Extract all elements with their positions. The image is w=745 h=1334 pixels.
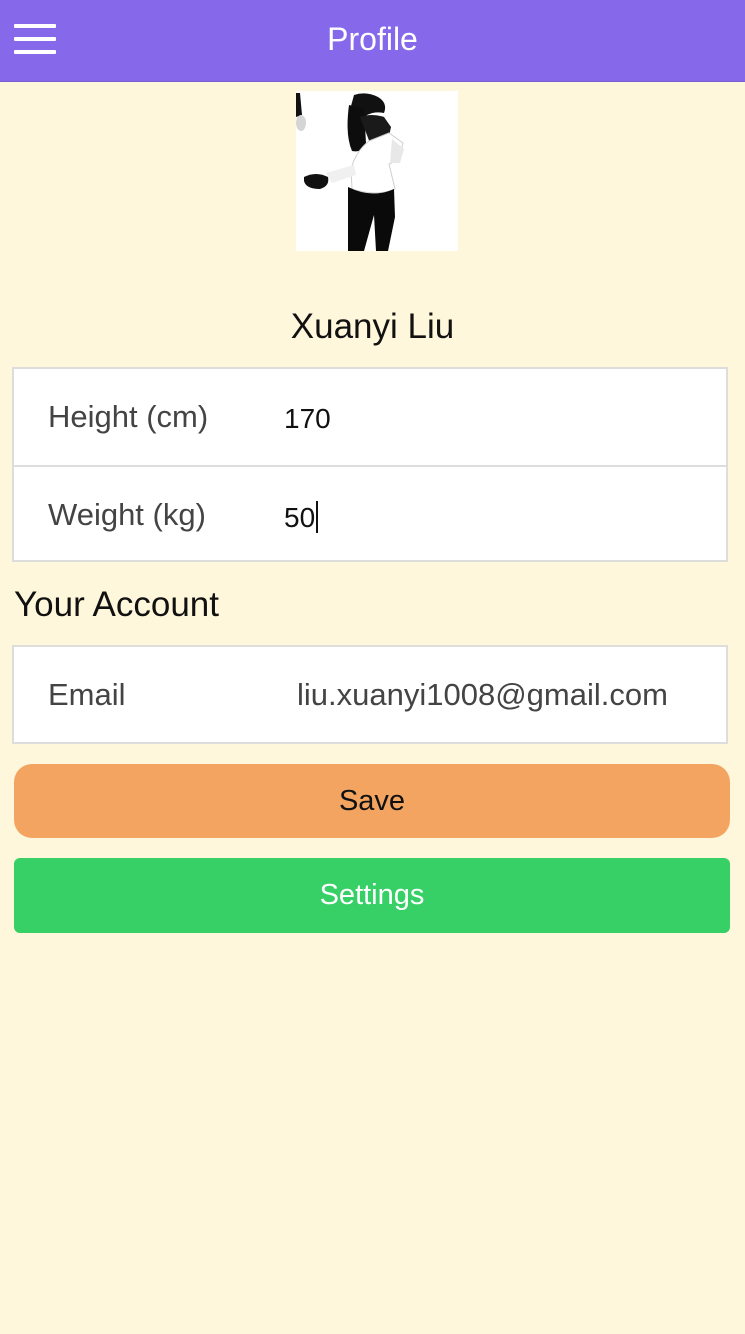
height-input[interactable]: 170: [284, 403, 704, 435]
top-app-bar: Profile: [0, 0, 745, 82]
email-label: Email: [48, 677, 126, 712]
page-title: Profile: [327, 21, 418, 57]
save-button[interactable]: Save: [14, 764, 730, 838]
profile-screen: Profile Xuanyi Liu Height (cm) 170 Weigh…: [0, 0, 745, 1334]
height-label: Height (cm): [48, 399, 209, 434]
email-value[interactable]: liu.xuanyi1008@gmail.com: [297, 677, 668, 713]
settings-button[interactable]: Settings: [14, 858, 730, 933]
weight-input-field[interactable]: 50: [284, 501, 704, 534]
profile-name: Xuanyi Liu: [290, 307, 455, 346]
text-cursor: [316, 501, 319, 533]
email-row: Email liu.xuanyi1008@gmail.com: [14, 647, 726, 743]
weight-row: Weight (kg) 50: [14, 465, 726, 561]
your-account-heading: Your Account: [14, 585, 219, 624]
account-card: Email liu.xuanyi1008@gmail.com: [12, 645, 728, 744]
weight-label: Weight (kg): [48, 497, 206, 532]
body-metrics-card: Height (cm) 170 Weight (kg) 50: [12, 367, 728, 562]
weight-input[interactable]: 50: [284, 502, 315, 533]
height-row: Height (cm) 170: [14, 369, 726, 465]
avatar-photo: [296, 91, 458, 251]
avatar: [296, 91, 458, 251]
